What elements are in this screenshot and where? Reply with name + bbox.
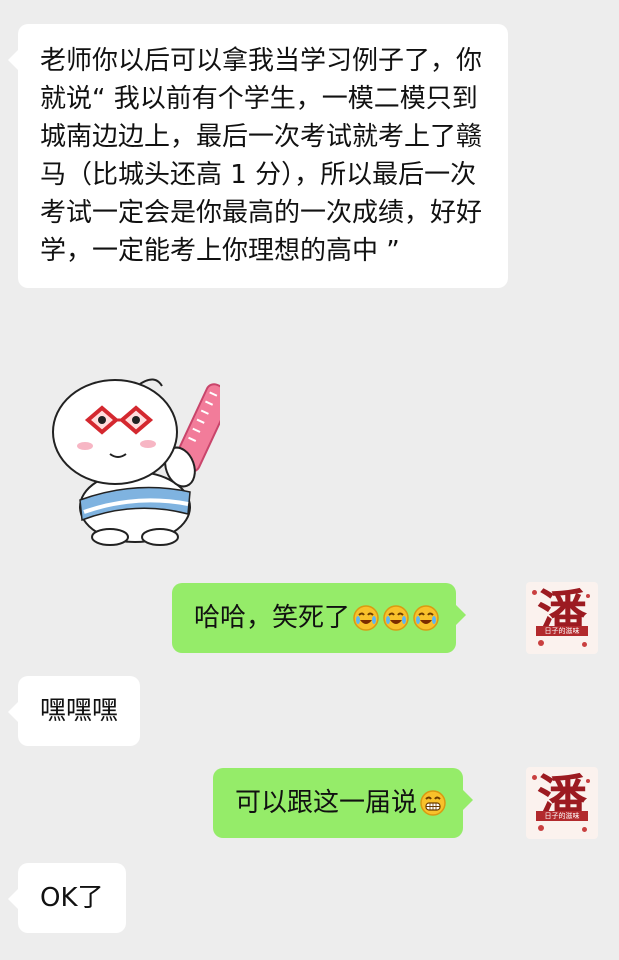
message-bubble-sent[interactable]: 可以跟这一届说 (213, 768, 474, 838)
user-avatar-icon[interactable]: 潘 日子的滋味 (526, 767, 598, 839)
grin-emoji (419, 789, 447, 817)
message-bubble-received[interactable]: 嘿嘿嘿 (7, 676, 141, 746)
laugh-cry-emoji (352, 604, 380, 632)
avatar-subtitle: 日子的滋味 (536, 626, 588, 636)
message-bubble-received[interactable]: OK了 (8, 863, 126, 933)
message-text: 嘿嘿嘿 (40, 696, 119, 726)
laugh-cry-emoji (412, 604, 440, 632)
user-avatar-icon[interactable]: 潘 日子的滋味 (526, 582, 598, 654)
message-text: 哈哈，笑死了 (194, 603, 351, 633)
message-text: 老师你以后可以拿我当学习例子了，你就说“ 我以前有个学生，一模二模只到城南边边上… (40, 46, 483, 266)
message-text: OK了 (40, 883, 104, 913)
cartoon-sticker[interactable] (40, 372, 233, 547)
message-text: 可以跟这一届说 (235, 788, 418, 818)
cartoon-sticker-icon (52, 378, 233, 546)
laugh-cry-emoji (382, 604, 410, 632)
avatar-subtitle: 日子的滋味 (536, 811, 588, 821)
message-bubble-sent[interactable]: 哈哈，笑死了 (172, 583, 467, 653)
message-bubble-received[interactable]: 老师你以后可以拿我当学习例子了，你就说“ 我以前有个学生，一模二模只到城南边边上… (8, 24, 508, 288)
